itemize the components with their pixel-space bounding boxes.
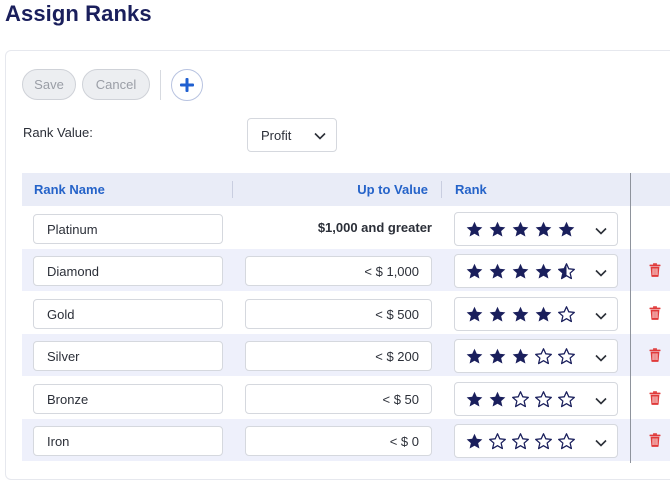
column-divider xyxy=(630,173,631,463)
star-empty-icon xyxy=(535,391,552,408)
star-empty-icon xyxy=(535,433,552,450)
table-row: Platinum $1,000 and greater xyxy=(22,207,630,249)
rank-stars-select[interactable] xyxy=(454,254,618,288)
star-rating xyxy=(465,220,576,239)
chevron-down-icon xyxy=(595,312,607,320)
star-half-icon xyxy=(558,263,575,280)
star-rating xyxy=(465,347,576,366)
rank-value-selected: Profit xyxy=(261,127,292,143)
star-filled-icon xyxy=(489,391,506,407)
header-separator xyxy=(441,181,442,198)
star-filled-icon xyxy=(489,263,506,279)
star-rating xyxy=(465,305,576,324)
star-empty-icon xyxy=(535,348,552,365)
star-empty-icon xyxy=(558,306,575,323)
plus-icon xyxy=(180,78,194,92)
up-to-value-input[interactable]: < $ 1,000 xyxy=(245,256,432,286)
star-filled-icon xyxy=(466,348,483,364)
up-to-value-input[interactable]: < $ 50 xyxy=(245,384,432,414)
rank-name-input[interactable]: Gold xyxy=(33,299,223,329)
header-rank[interactable]: Rank xyxy=(455,182,487,197)
star-filled-icon xyxy=(535,221,552,237)
rank-name-input[interactable]: Silver xyxy=(33,341,223,371)
table-row: Diamond < $ 1,000 xyxy=(22,249,630,291)
star-filled-icon xyxy=(535,263,552,279)
chevron-down-icon xyxy=(595,354,607,362)
save-button[interactable]: Save xyxy=(22,69,76,100)
trash-icon[interactable] xyxy=(649,306,661,320)
trash-icon[interactable] xyxy=(649,433,661,447)
rank-stars-select[interactable] xyxy=(454,297,618,331)
star-empty-icon xyxy=(558,391,575,408)
up-to-value-input[interactable]: < $ 500 xyxy=(245,299,432,329)
rank-name-input[interactable]: Diamond xyxy=(33,256,223,286)
star-rating xyxy=(465,432,576,451)
star-rating xyxy=(465,262,576,281)
toolbar-divider xyxy=(160,70,161,100)
star-empty-icon xyxy=(512,433,529,450)
rank-value-select[interactable]: Profit xyxy=(247,118,337,152)
table-row: Iron < $ 0 xyxy=(22,419,630,461)
star-filled-icon xyxy=(512,263,529,279)
trash-icon[interactable] xyxy=(649,391,661,405)
star-filled-icon xyxy=(512,306,529,322)
chevron-down-icon xyxy=(595,227,607,235)
star-filled-icon xyxy=(466,391,483,407)
rank-stars-select[interactable] xyxy=(454,339,618,373)
star-filled-icon xyxy=(466,221,483,237)
table-row: Silver < $ 200 xyxy=(22,334,630,376)
star-filled-icon xyxy=(466,433,483,449)
row-action-cell xyxy=(630,207,670,249)
chevron-down-icon xyxy=(595,397,607,405)
up-to-value-input[interactable]: < $ 200 xyxy=(245,341,432,371)
star-filled-icon xyxy=(512,221,529,237)
star-filled-icon xyxy=(512,348,529,364)
trash-icon[interactable] xyxy=(649,348,661,362)
chevron-down-icon xyxy=(314,132,326,140)
rank-stars-select[interactable] xyxy=(454,212,618,246)
star-empty-icon xyxy=(558,348,575,365)
header-rank-name[interactable]: Rank Name xyxy=(34,182,105,197)
star-empty-icon xyxy=(489,433,506,450)
rank-value-label: Rank Value: xyxy=(23,125,93,140)
up-to-value-input[interactable]: < $ 0 xyxy=(245,426,432,456)
cancel-button[interactable]: Cancel xyxy=(82,69,150,100)
star-filled-icon xyxy=(535,306,552,322)
table-header: Rank Name Up to Value Rank xyxy=(22,173,670,206)
up-to-value-text: $1,000 and greater xyxy=(317,220,432,235)
rank-stars-select[interactable] xyxy=(454,424,618,458)
star-rating xyxy=(465,390,576,409)
table-row: Gold < $ 500 xyxy=(22,292,630,334)
add-rank-button[interactable] xyxy=(171,69,203,101)
star-filled-icon xyxy=(466,263,483,279)
star-filled-icon xyxy=(489,306,506,322)
star-filled-icon xyxy=(489,348,506,364)
rank-name-input[interactable]: Iron xyxy=(33,426,223,456)
trash-icon[interactable] xyxy=(649,263,661,277)
header-separator xyxy=(232,181,233,198)
star-filled-icon xyxy=(558,221,575,237)
star-empty-icon xyxy=(512,391,529,408)
star-filled-icon xyxy=(466,306,483,322)
table-row: Bronze < $ 50 xyxy=(22,377,630,419)
page-title: Assign Ranks xyxy=(5,1,152,26)
star-empty-icon xyxy=(558,433,575,450)
chevron-down-icon xyxy=(595,269,607,277)
rank-name-input[interactable]: Platinum xyxy=(33,214,223,244)
rank-name-input[interactable]: Bronze xyxy=(33,384,223,414)
chevron-down-icon xyxy=(595,439,607,447)
header-up-to-value[interactable]: Up to Value xyxy=(357,182,428,197)
rank-stars-select[interactable] xyxy=(454,382,618,416)
star-filled-icon xyxy=(489,221,506,237)
